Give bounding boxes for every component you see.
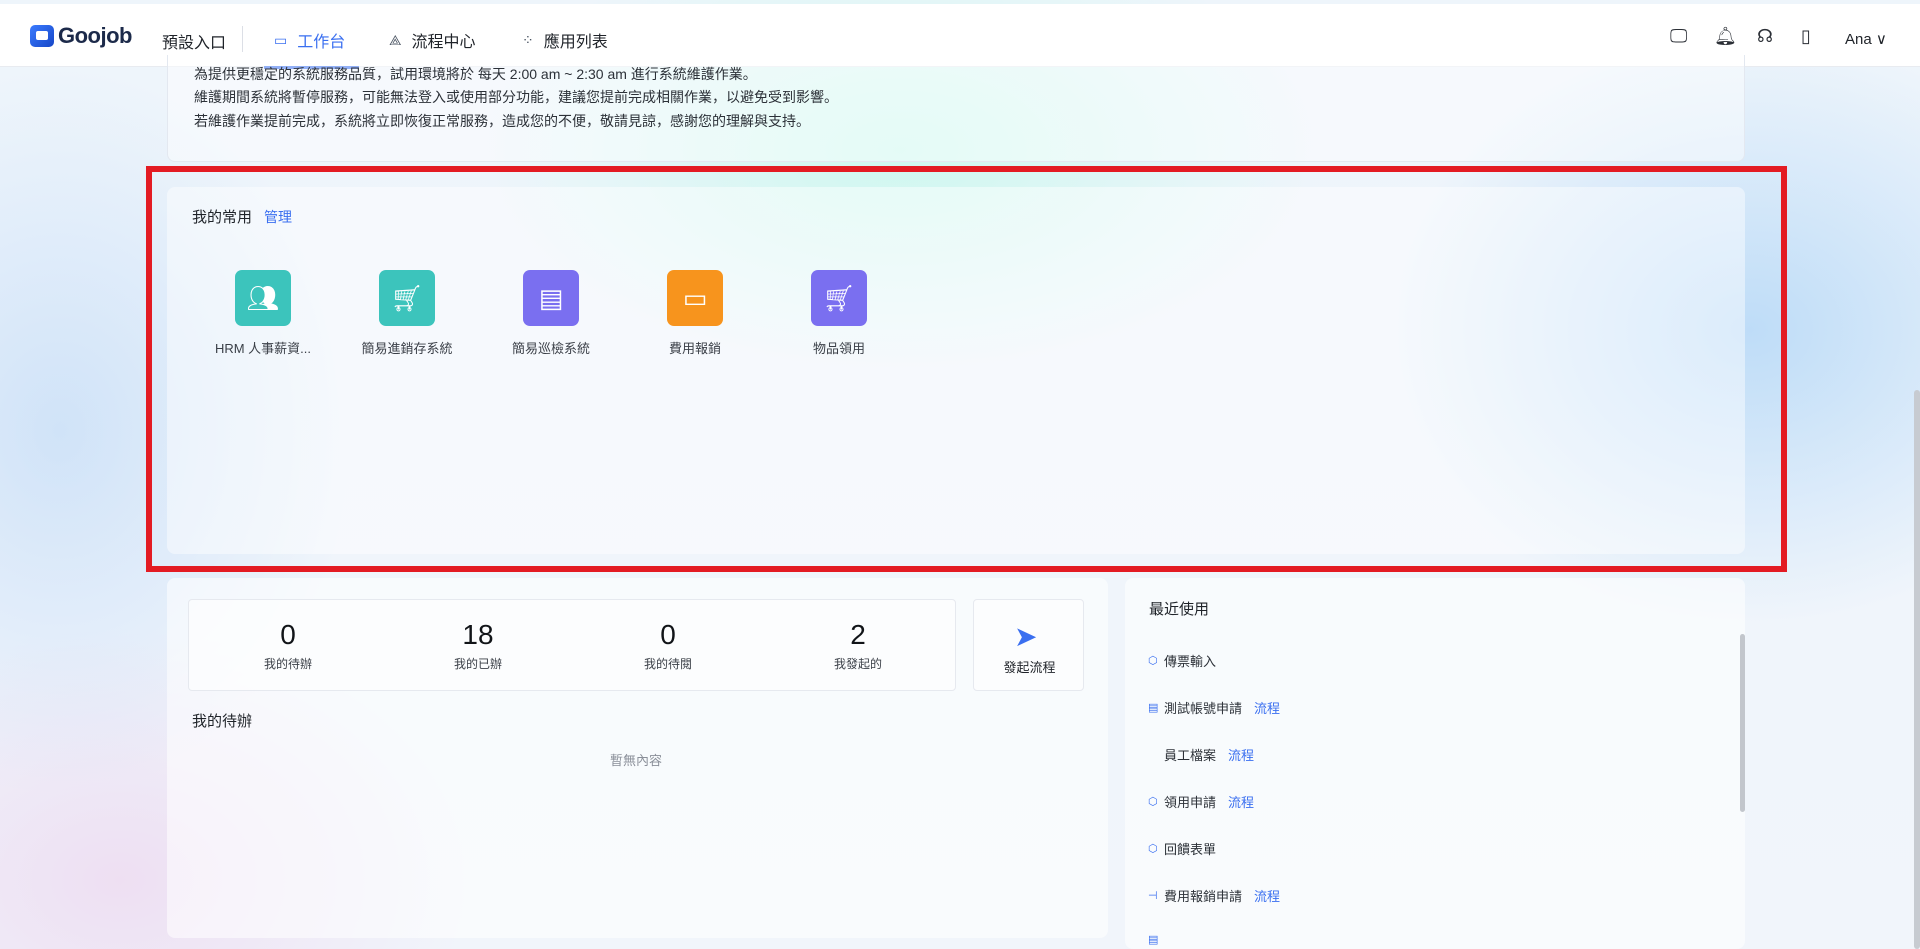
flow-icon: ⟁ (389, 31, 402, 48)
recent-item-label: 費用報銷申請 (1164, 889, 1243, 904)
tab-workbench[interactable]: ▭ 工作台 (274, 28, 345, 52)
manage-link[interactable]: 管理 (264, 207, 292, 227)
app-label: 簡易巡檢系統 (511, 341, 590, 356)
stat-my-done[interactable]: 18 我的已辦 (418, 619, 538, 672)
launch-flow-label: 發起流程 (1003, 660, 1056, 675)
empty-state-text: 暫無內容 (610, 753, 663, 768)
flow-tag: 流程 (1228, 795, 1255, 810)
app-hrm[interactable]: 👥︎ HRM 人事薪資... (198, 270, 328, 357)
wallet-icon: ▭ (667, 270, 723, 326)
flow-tag: 流程 (1228, 748, 1255, 763)
app-label: 簡易進銷存系統 (361, 341, 453, 356)
default-entry-label[interactable]: 預設入口 (162, 29, 226, 53)
recent-item-label: 領用申請 (1164, 795, 1217, 810)
recent-title: 最近使用 (1149, 601, 1210, 618)
book-icon[interactable]: ▯ (1801, 26, 1811, 47)
recent-scrollbar[interactable] (1740, 634, 1745, 812)
favorites-title: 我的常用 (192, 209, 253, 226)
stat-label: 我的待辦 (263, 657, 312, 671)
recent-item[interactable]: ⬡ 領用申請 流程 (1148, 792, 1254, 811)
cube-icon: ⬡ (1148, 655, 1158, 667)
stat-my-todo[interactable]: 0 我的待辦 (228, 619, 348, 672)
flow-tag: 流程 (1254, 701, 1281, 716)
tab-label: 工作台 (297, 34, 346, 51)
tab-label: 應用列表 (543, 34, 608, 51)
stat-value: 0 (660, 619, 676, 650)
app-label: 物品領用 (812, 341, 865, 356)
headset-icon[interactable]: ☊ (1757, 26, 1773, 47)
recent-item[interactable]: 員工檔案 流程 (1148, 745, 1254, 764)
stat-value: 2 (850, 619, 866, 650)
flow-node-icon: ⊣ (1148, 890, 1158, 902)
app-expense[interactable]: ▭ 費用報銷 (630, 270, 760, 357)
cart-icon: 🛒︎ (811, 270, 867, 326)
recent-item[interactable]: ▤ (1148, 933, 1164, 946)
grid-icon: ⁘ (522, 31, 534, 48)
notice-line: 維護期間系統將暫停服務，可能無法登入或使用部分功能，建議您提前完成相關作業，以避… (194, 89, 838, 105)
recent-item-label: 回饋表單 (1164, 842, 1217, 857)
logo-icon (30, 25, 54, 47)
tab-flow-center[interactable]: ⟁ 流程中心 (389, 28, 476, 52)
tab-label: 流程中心 (411, 34, 476, 51)
stat-label: 我的已辦 (453, 657, 502, 671)
notice-line: 為提供更穩定的系統服務品質，試用環境將於 每天 2:00 am ~ 2:30 a… (194, 66, 757, 82)
recent-item[interactable]: ▤ 測試帳號申請 流程 (1148, 698, 1280, 717)
flow-tag: 流程 (1254, 889, 1281, 904)
people-icon: 👥︎ (235, 270, 291, 326)
form-icon: ▤ (1148, 702, 1159, 714)
user-menu[interactable]: Ana ∨ (1845, 30, 1887, 48)
recent-item[interactable]: ⬡ 傳票輸入 (1148, 651, 1216, 670)
recent-item-label: 測試帳號申請 (1164, 701, 1243, 716)
app-inspection[interactable]: ▤ 簡易巡檢系統 (486, 270, 616, 357)
clipboard-icon: ▤ (523, 270, 579, 326)
chevron-down-icon: ∨ (1875, 31, 1887, 48)
page-scrollbar[interactable] (1914, 390, 1920, 949)
recent-item-label: 傳票輸入 (1164, 654, 1217, 669)
stat-my-initiated[interactable]: 2 我發起的 (798, 619, 918, 672)
notice-line: 若維護作業提前完成，系統將立即恢復正常服務，造成您的不便，敬請見諒，感謝您的理解… (194, 113, 810, 129)
bell-icon[interactable]: 🔔︎ (1714, 26, 1737, 47)
app-label: HRM 人事薪資... (214, 341, 312, 356)
logo-text: Goojob (58, 23, 132, 48)
highlight-frame (146, 166, 1787, 572)
stat-label: 我發起的 (833, 657, 882, 671)
app-inventory[interactable]: 🛒︎ 簡易進銷存系統 (342, 270, 472, 357)
stat-value: 0 (280, 619, 296, 650)
form-icon: ▤ (1148, 934, 1159, 946)
recent-item-label: 員工檔案 (1164, 748, 1217, 763)
recent-item[interactable]: ⊣ 費用報銷申請 流程 (1148, 886, 1280, 905)
app-item-requisition[interactable]: 🛒︎ 物品領用 (774, 270, 904, 357)
paper-plane-icon: ➤ (1014, 621, 1038, 652)
recent-item[interactable]: ⬡ 回饋表單 (1148, 839, 1216, 858)
stat-label: 我的待閱 (643, 657, 692, 671)
logo[interactable]: Goojob (30, 23, 132, 49)
desktop-icon[interactable]: 🖵 (1670, 26, 1687, 47)
cart-icon: 🛒︎ (379, 270, 435, 326)
tab-app-list[interactable]: ⁘ 應用列表 (522, 28, 608, 52)
stat-value: 18 (462, 619, 494, 650)
app-label: 費用報銷 (668, 341, 721, 356)
cube-icon: ⬡ (1148, 796, 1158, 808)
cube-icon: ⬡ (1148, 843, 1158, 855)
todo-title: 我的待辦 (192, 713, 253, 730)
stat-my-to-read[interactable]: 0 我的待閱 (608, 619, 728, 672)
header-divider (242, 26, 243, 52)
user-name: Ana (1845, 31, 1872, 48)
monitor-icon: ▭ (274, 31, 288, 48)
launch-flow-button[interactable]: ➤ 發起流程 (973, 599, 1084, 691)
